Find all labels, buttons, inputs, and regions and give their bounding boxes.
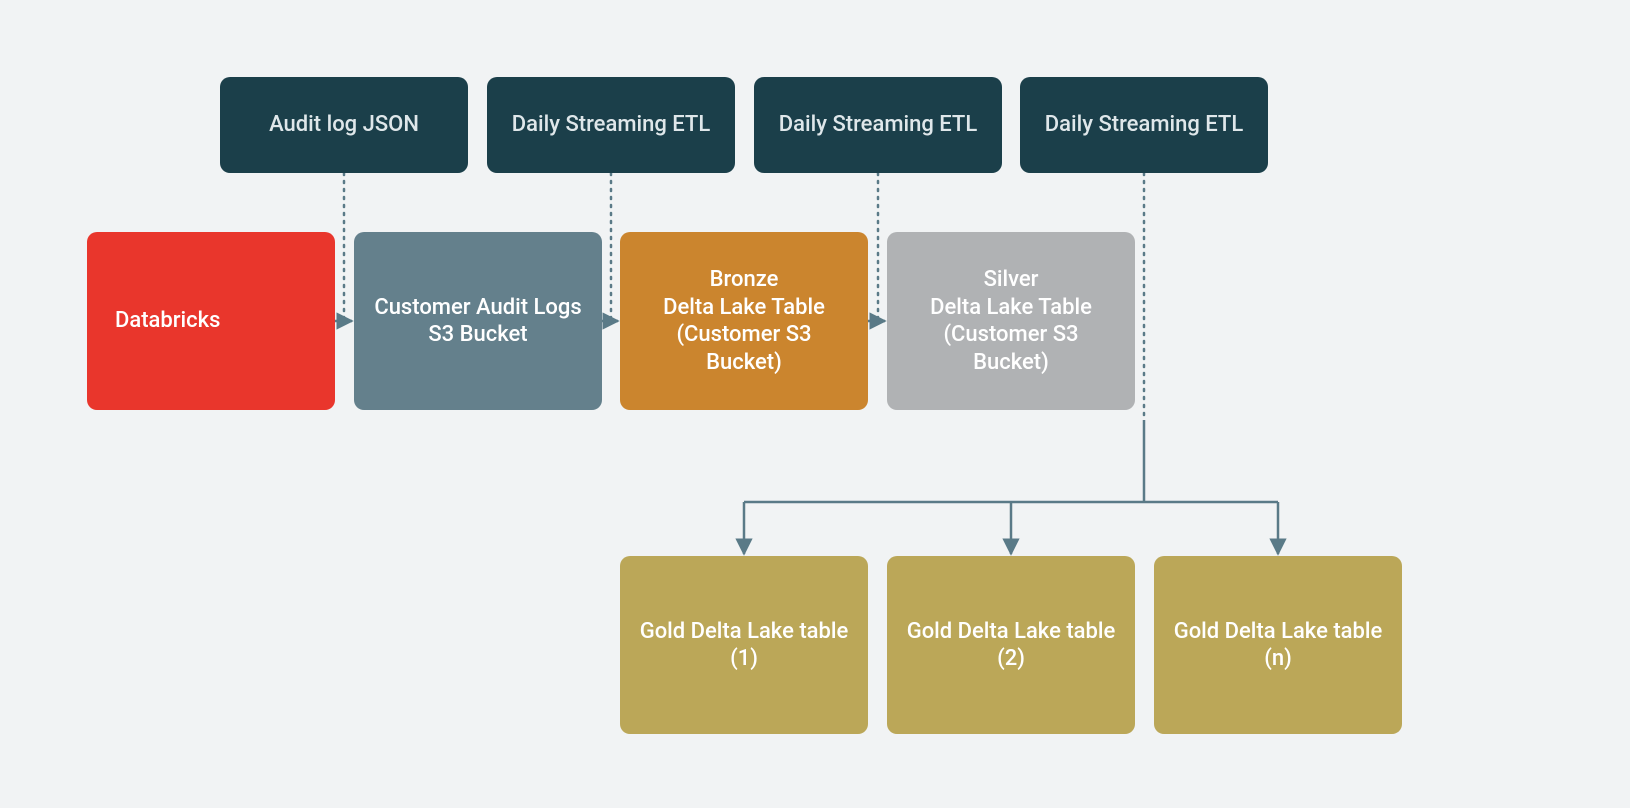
- label-etl-1: Daily Streaming ETL: [487, 77, 735, 173]
- node-customer-bucket: Customer Audit Logs S3 Bucket: [354, 232, 602, 410]
- label-audit-json: Audit log JSON: [220, 77, 468, 173]
- label-etl-3: Daily Streaming ETL: [1020, 77, 1268, 173]
- node-gold-n: Gold Delta Lake table (n): [1154, 556, 1402, 734]
- node-bronze: BronzeDelta Lake Table (Customer S3 Buck…: [620, 232, 868, 410]
- node-gold-1: Gold Delta Lake table (1): [620, 556, 868, 734]
- node-gold-2: Gold Delta Lake table (2): [887, 556, 1135, 734]
- label-etl-2: Daily Streaming ETL: [754, 77, 1002, 173]
- node-databricks: Databricks: [87, 232, 335, 410]
- node-silver: SilverDelta Lake Table (Customer S3 Buck…: [887, 232, 1135, 410]
